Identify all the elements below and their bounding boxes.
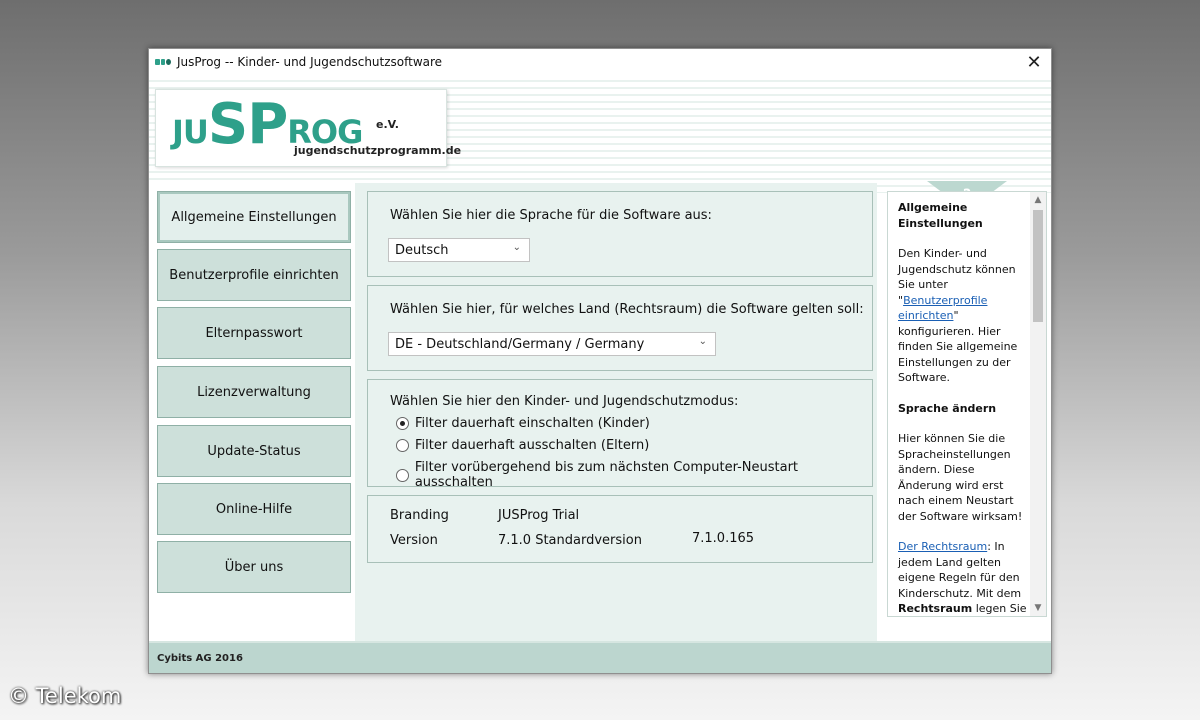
sidebar-item-label: Lizenzverwaltung <box>197 384 311 400</box>
footer-copyright: Cybits AG 2016 <box>157 652 243 664</box>
sidebar-item-label: Elternpasswort <box>205 325 303 341</box>
logo-part-p: P <box>247 92 288 157</box>
mode-option-label: Filter vorübergehend bis zum nächsten Co… <box>414 460 799 490</box>
help-paragraph-profiles: Den Kinder- und Jugendschutz können Sie … <box>898 246 1028 386</box>
mode-option-label: Filter dauerhaft ausschalten (Eltern) <box>415 438 650 453</box>
help-heading-sprache: Sprache ändern <box>898 401 997 415</box>
chevron-down-icon: ⌄ <box>512 242 521 253</box>
title-bar: JusProg -- Kinder- und Jugendschutzsoftw… <box>149 49 1051 75</box>
close-button[interactable]: ✕ <box>1023 51 1045 73</box>
footer: Cybits AG 2016 <box>149 643 1051 673</box>
window-title: JusProg -- Kinder- und Jugendschutzsoftw… <box>177 55 443 69</box>
sidebar-item-update-status[interactable]: Update-Status <box>157 425 351 477</box>
help-paragraph-rechtsraum: Der Rechtsraum: In jedem Land gelten eig… <box>898 539 1028 616</box>
language-select[interactable]: Deutsch ⌄ <box>388 238 530 262</box>
scroll-up-icon[interactable]: ▲ <box>1030 192 1046 208</box>
mode-label: Wählen Sie hier den Kinder- und Jugendsc… <box>390 394 739 409</box>
jusprog-logo: JUSPROG e.V. jugendschutzprogramm.de <box>155 89 461 167</box>
version-label: Version <box>390 533 438 548</box>
sidebar-item-online-hilfe[interactable]: Online-Hilfe <box>157 483 351 535</box>
branding-value: JUSProg Trial <box>498 508 580 523</box>
scroll-down-icon[interactable]: ▼ <box>1030 600 1046 616</box>
help-text-segment: legen Sie <box>972 602 1027 615</box>
help-scrollbar[interactable]: ▲ ▼ <box>1030 192 1046 616</box>
version-info-panel: Branding JUSProg Trial Version 7.1.0 Sta… <box>367 495 873 563</box>
sidebar-item-elternpasswort[interactable]: Elternpasswort <box>157 307 351 359</box>
app-window: JusProg -- Kinder- und Jugendschutzsoftw… <box>148 48 1052 674</box>
logo-ev: e.V. <box>376 118 399 131</box>
help-title: Allgemeine Einstellungen <box>898 201 983 230</box>
help-text-bold: Rechtsraum <box>898 602 973 615</box>
sidebar-item-lizenzverwaltung[interactable]: Lizenzverwaltung <box>157 366 351 418</box>
language-panel: Wählen Sie hier die Sprache für die Soft… <box>367 191 873 277</box>
sidebar: Allgemeine Einstellungen Benutzerprofile… <box>149 183 355 643</box>
radio-button[interactable] <box>396 439 409 452</box>
chevron-down-icon: ⌄ <box>698 336 707 347</box>
country-select[interactable]: DE - Deutschland/Germany / Germany ⌄ <box>388 332 716 356</box>
sidebar-item-ueber-uns[interactable]: Über uns <box>157 541 351 593</box>
language-label: Wählen Sie hier die Sprache für die Soft… <box>390 208 712 223</box>
help-text-segment: Den Kinder- und Jugendschutz können Sie … <box>898 247 1016 291</box>
help-text: Allgemeine Einstellungen Den Kinder- und… <box>898 200 1028 616</box>
mode-option-label: Filter dauerhaft einschalten (Kinder) <box>415 416 650 431</box>
country-panel: Wählen Sie hier, für welches Land (Recht… <box>367 285 873 371</box>
logo-part-ju: JU <box>172 113 209 151</box>
sidebar-item-label: Online-Hilfe <box>215 501 293 517</box>
version-value: 7.1.0 Standardversion <box>498 533 642 548</box>
help-link-rechtsraum[interactable]: Der Rechtsraum <box>898 540 987 553</box>
image-watermark: © Telekom <box>8 684 122 708</box>
jusprog-app-icon <box>155 57 171 67</box>
mode-option-filter-temporary-off[interactable]: Filter vorübergehend bis zum nächsten Co… <box>396 460 872 490</box>
logo-subtitle: jugendschutzprogramm.de <box>294 144 462 157</box>
sidebar-item-benutzerprofile[interactable]: Benutzerprofile einrichten <box>157 249 351 301</box>
country-selected-value: DE - Deutschland/Germany / Germany <box>395 336 645 352</box>
sidebar-item-allgemeine-einstellungen[interactable]: Allgemeine Einstellungen <box>157 191 351 243</box>
help-paragraph-sprache: Hier können Sie die Spracheinstellungen … <box>898 432 1023 523</box>
help-pane: Allgemeine Einstellungen Den Kinder- und… <box>887 191 1047 617</box>
sidebar-item-label: Update-Status <box>207 443 301 459</box>
header-banner: JUSPROG e.V. jugendschutzprogramm.de ? <box>149 75 1051 211</box>
language-selected-value: Deutsch <box>395 242 449 258</box>
protection-mode-panel: Wählen Sie hier den Kinder- und Jugendsc… <box>367 379 873 490</box>
build-number: 7.1.0.165 <box>692 531 755 546</box>
logo-part-s: S <box>207 92 248 157</box>
help-link-benutzerprofile[interactable]: Benutzerprofile einrichten <box>898 294 987 323</box>
close-icon: ✕ <box>1026 51 1042 73</box>
sidebar-item-label: Über uns <box>224 559 284 575</box>
mode-option-filter-off[interactable]: Filter dauerhaft ausschalten (Eltern) <box>396 438 649 453</box>
settings-content: Wählen Sie hier die Sprache für die Soft… <box>355 183 877 643</box>
scroll-thumb[interactable] <box>1033 210 1043 322</box>
branding-label: Branding <box>390 508 449 523</box>
sidebar-item-label: Allgemeine Einstellungen <box>171 209 337 225</box>
sidebar-item-label: Benutzerprofile einrichten <box>169 267 339 283</box>
mode-option-filter-on[interactable]: Filter dauerhaft einschalten (Kinder) <box>396 416 650 431</box>
radio-button[interactable] <box>396 468 409 482</box>
country-label: Wählen Sie hier, für welches Land (Recht… <box>390 302 864 317</box>
radio-button-checked[interactable] <box>396 417 409 430</box>
